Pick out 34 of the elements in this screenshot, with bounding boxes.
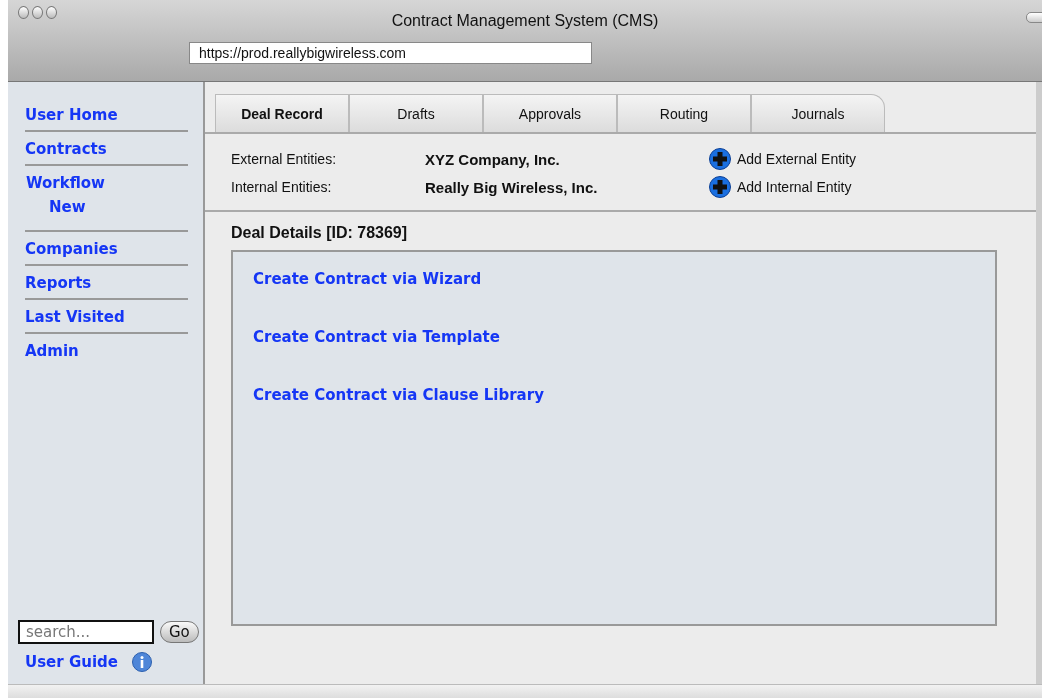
sidebar-item[interactable]: Workflow [25,174,188,192]
window-button[interactable] [32,6,43,19]
entity-label: External Entities: [231,151,338,167]
tab[interactable]: Journals [751,94,885,132]
entity-label: Internal Entities: [231,179,333,195]
sidebar-item[interactable]: Last Visited [25,306,188,334]
tab[interactable]: Routing [617,94,751,132]
sidebar-item[interactable]: Reports [25,272,188,300]
window-title: Contract Management System (CMS) [391,12,659,30]
add-icon [709,176,731,198]
create-contract-link[interactable]: Create Contract via Template [253,328,995,346]
sidebar-item[interactable]: Companies [25,238,188,266]
tab[interactable]: Approvals [483,94,617,132]
go-button[interactable]: Go [160,621,199,643]
url-field[interactable]: https://prod.reallybigwireless.com [189,42,592,64]
sidebar-subitem[interactable]: New [25,192,188,230]
info-icon[interactable] [131,652,152,672]
entity-value: Really Big Wireless, Inc. [425,178,599,196]
search-field[interactable]: search... [18,620,154,644]
add-entity-link[interactable]: Add Internal Entity [709,176,1036,198]
add-entity-link[interactable]: Add External Entity [709,148,1036,170]
tab[interactable]: Drafts [349,94,483,132]
sidebar-item[interactable]: User Home [25,104,188,132]
create-contract-link[interactable]: Create Contract via Clause Library [253,386,995,404]
entity-value: XYZ Company, Inc. [425,150,561,168]
sidebar-item[interactable]: Contracts [25,138,188,166]
create-contract-link[interactable]: Create Contract via Wizard [253,270,995,288]
add-icon [709,148,731,170]
window-button[interactable] [18,6,29,19]
window-button[interactable] [46,6,57,19]
tab[interactable]: Deal Record [215,94,349,132]
user-guide-link[interactable]: User Guide [25,653,118,671]
sidebar-item[interactable]: Admin [25,340,188,366]
section-title: Deal Details [ID: 78369] [230,223,409,243]
